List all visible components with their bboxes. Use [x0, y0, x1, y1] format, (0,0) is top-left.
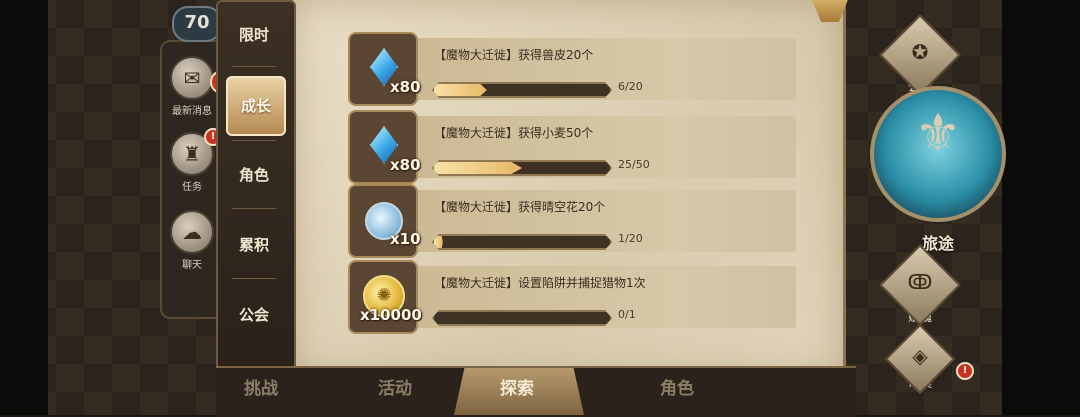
progress-bar [432, 160, 612, 176]
reward-quantity: x10000 [360, 306, 422, 324]
progress-text: 0/1 [618, 308, 636, 321]
progress-text: 1/20 [618, 232, 643, 245]
progress-fill [434, 162, 522, 174]
journey-button[interactable]: ⚜ 旅途 [870, 86, 1006, 253]
guild-button[interactable]: ✪ 公会 [878, 13, 962, 97]
screen-edge-right [1002, 0, 1080, 415]
progress-fill [434, 84, 487, 96]
journey-emblem-icon: ⚜ [914, 104, 962, 164]
task-title: 【魔物大迁徙】设置陷阱并捕捉猎物1次 [434, 276, 646, 290]
tab-divider [232, 140, 276, 141]
reward-quantity: x80 [390, 156, 421, 174]
progress-bar [432, 310, 612, 326]
task-title: 【魔物大迁徙】获得兽皮20个 [434, 48, 594, 62]
nav-challenge[interactable]: 挑战 [244, 374, 278, 399]
tab-cumulative[interactable]: 累积 [220, 216, 288, 274]
soul-swirl-icon: ↂ [907, 270, 933, 294]
task-row[interactable]: x80 【魔物大迁徙】获得兽皮20个 6/20 [346, 32, 796, 106]
task-row[interactable]: x10 【魔物大迁徙】获得晴空花20个 1/20 [346, 184, 796, 258]
tab-guild[interactable]: 公会 [220, 286, 288, 344]
screen-edge-left [0, 0, 48, 415]
nav-explore[interactable]: 探索 [500, 374, 534, 399]
market-gem-icon: ◈ [912, 344, 928, 368]
tab-limited[interactable]: 限时 [220, 6, 288, 64]
task-title: 【魔物大迁徙】获得晴空花20个 [434, 200, 606, 214]
player-level-badge: 70 [172, 6, 222, 42]
market-alert-icon: ! [956, 362, 974, 380]
nav-character[interactable]: 角色 [660, 374, 694, 399]
tab-character[interactable]: 角色 [220, 146, 288, 204]
news-icon: ✉ [170, 56, 214, 100]
news-label: 最新消息 [172, 106, 212, 117]
soul-button[interactable]: ↂ 赋魂 [878, 243, 962, 327]
progress-bar [432, 82, 612, 98]
progress-text: 6/20 [618, 80, 643, 93]
task-row[interactable]: ✺ x10000 【魔物大迁徙】设置陷阱并捕捉猎物1次 0/1 [346, 260, 796, 334]
tasks-label: 任务 [182, 182, 202, 193]
tab-growth[interactable]: 成长 [226, 76, 286, 136]
tab-divider [232, 66, 276, 67]
reward-quantity: x80 [390, 78, 421, 96]
nav-activity[interactable]: 活动 [378, 374, 412, 399]
chat-button[interactable]: ☁ 聊天 [164, 210, 220, 271]
market-button[interactable]: ◈ 市集 [880, 323, 960, 395]
journey-label: 旅途 [921, 234, 954, 253]
progress-bar [432, 234, 612, 250]
guild-emblem-icon: ✪ [911, 40, 929, 64]
task-title: 【魔物大迁徙】获得小麦50个 [434, 126, 594, 140]
chat-bubble-icon: ☁ [170, 210, 214, 254]
tab-divider [232, 278, 276, 279]
progress-text: 25/50 [618, 158, 650, 171]
tab-divider [232, 208, 276, 209]
task-row[interactable]: x80 【魔物大迁徙】获得小麦50个 25/50 [346, 110, 796, 184]
reward-quantity: x10 [390, 230, 421, 248]
chat-label: 聊天 [182, 260, 202, 271]
